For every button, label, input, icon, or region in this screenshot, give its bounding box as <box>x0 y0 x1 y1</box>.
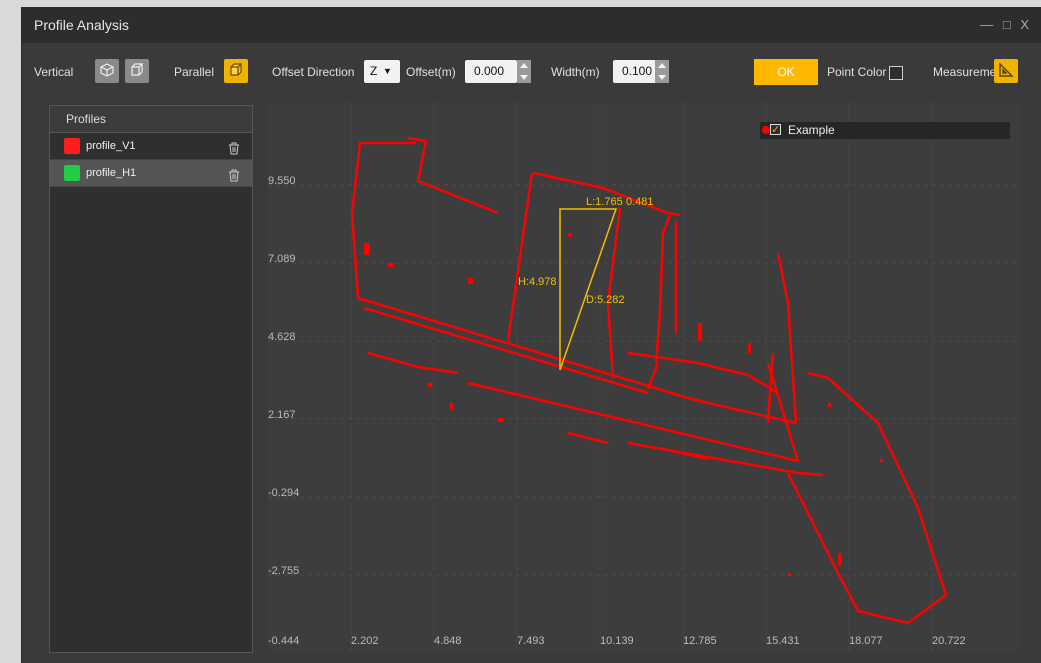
spin-up-icon[interactable] <box>658 63 666 69</box>
offset-direction-value: Z <box>370 64 378 78</box>
x-tick-label: 4.848 <box>434 635 462 647</box>
vertical-view-box-button[interactable] <box>125 59 149 83</box>
measure-height-label: H:4.978 <box>518 276 557 288</box>
point-cloud-profile <box>350 136 948 625</box>
measure-length-label: L:1.765 <box>586 196 623 208</box>
y-tick-label: 4.628 <box>268 331 296 343</box>
offset-direction-select[interactable]: Z ▼ <box>364 60 400 83</box>
width-spinner[interactable] <box>655 60 669 83</box>
spin-up-icon[interactable] <box>520 63 528 69</box>
ruler-triangle-icon <box>998 61 1014 81</box>
x-tick-label: 2.202 <box>351 635 379 647</box>
y-tick-label: 2.167 <box>268 409 296 421</box>
profile-name: profile_V1 <box>86 140 136 152</box>
measure-angle-label: 0.481 <box>626 196 654 208</box>
parallel-view-button[interactable] <box>224 59 248 83</box>
measurement-button[interactable] <box>994 59 1018 83</box>
point-cloud-svg[interactable] <box>268 103 1020 651</box>
legend-label: Example <box>788 123 835 137</box>
profile-item[interactable]: profile_H1 <box>50 160 252 187</box>
x-tick-label: 7.493 <box>517 635 545 647</box>
box-icon <box>130 62 144 80</box>
spin-down-icon[interactable] <box>658 74 666 80</box>
ok-button[interactable]: OK <box>754 59 818 85</box>
cube-icon <box>100 62 114 80</box>
parallel-label: Parallel <box>174 65 215 79</box>
x-tick-label: 10.139 <box>600 635 634 647</box>
dropdown-arrow-icon: ▼ <box>383 66 392 76</box>
offset-direction-label: Offset Direction <box>272 65 355 79</box>
profiles-header: Profiles <box>50 106 252 133</box>
x-tick-label: 20.722 <box>932 635 966 647</box>
profile-name: profile_H1 <box>86 167 137 179</box>
legend-checkbox[interactable] <box>770 122 781 139</box>
profile-plot[interactable]: Example 9.550 7.089 4.628 2.167 -0.294 -… <box>268 103 1020 651</box>
vertical-view-3d-button[interactable] <box>95 59 119 83</box>
offset-input[interactable]: 0.000 <box>465 60 517 83</box>
profile-color-swatch[interactable] <box>64 138 80 154</box>
point-color-label: Point Color <box>827 65 887 79</box>
profiles-panel: Profiles profile_V1 profile_H1 <box>49 105 253 653</box>
legend-dot-icon <box>762 126 770 134</box>
profile-color-swatch[interactable] <box>64 165 80 181</box>
legend[interactable]: Example <box>760 122 1010 139</box>
trash-icon[interactable] <box>228 166 240 192</box>
point-color-toggle[interactable]: Point Color <box>827 59 904 85</box>
vertical-label: Vertical <box>34 65 74 79</box>
x-tick-label: 12.785 <box>683 635 717 647</box>
x-tick-label: 15.431 <box>766 635 800 647</box>
profile-analysis-window: Profile Analysis — □ X Vertical Parallel… <box>21 7 1041 663</box>
offset-spinner[interactable] <box>517 60 531 83</box>
profile-item[interactable]: profile_V1 <box>50 133 252 160</box>
measure-distance-label: D:5.282 <box>586 294 625 306</box>
grid-lines <box>268 103 1020 651</box>
parallel-box-icon <box>229 62 243 80</box>
y-tick-label: 9.550 <box>268 175 296 187</box>
spin-down-icon[interactable] <box>520 74 528 80</box>
y-tick-label: 7.089 <box>268 253 296 265</box>
width-label: Width(m) <box>551 65 600 79</box>
x-tick-label: -0.444 <box>268 635 300 647</box>
window-title: Profile Analysis <box>34 17 129 33</box>
title-bar: Profile Analysis — □ X <box>22 7 1041 43</box>
window-controls[interactable]: — □ X <box>980 17 1032 32</box>
y-tick-label: -0.294 <box>268 487 300 499</box>
toolbar: Vertical Parallel Offset Direction Z ▼ O… <box>22 59 1041 95</box>
x-tick-label: 18.077 <box>849 635 883 647</box>
point-color-checkbox[interactable] <box>889 65 904 80</box>
point-cloud-specks <box>364 233 883 576</box>
y-tick-label: -2.755 <box>268 565 300 577</box>
offset-label: Offset(m) <box>406 65 456 79</box>
